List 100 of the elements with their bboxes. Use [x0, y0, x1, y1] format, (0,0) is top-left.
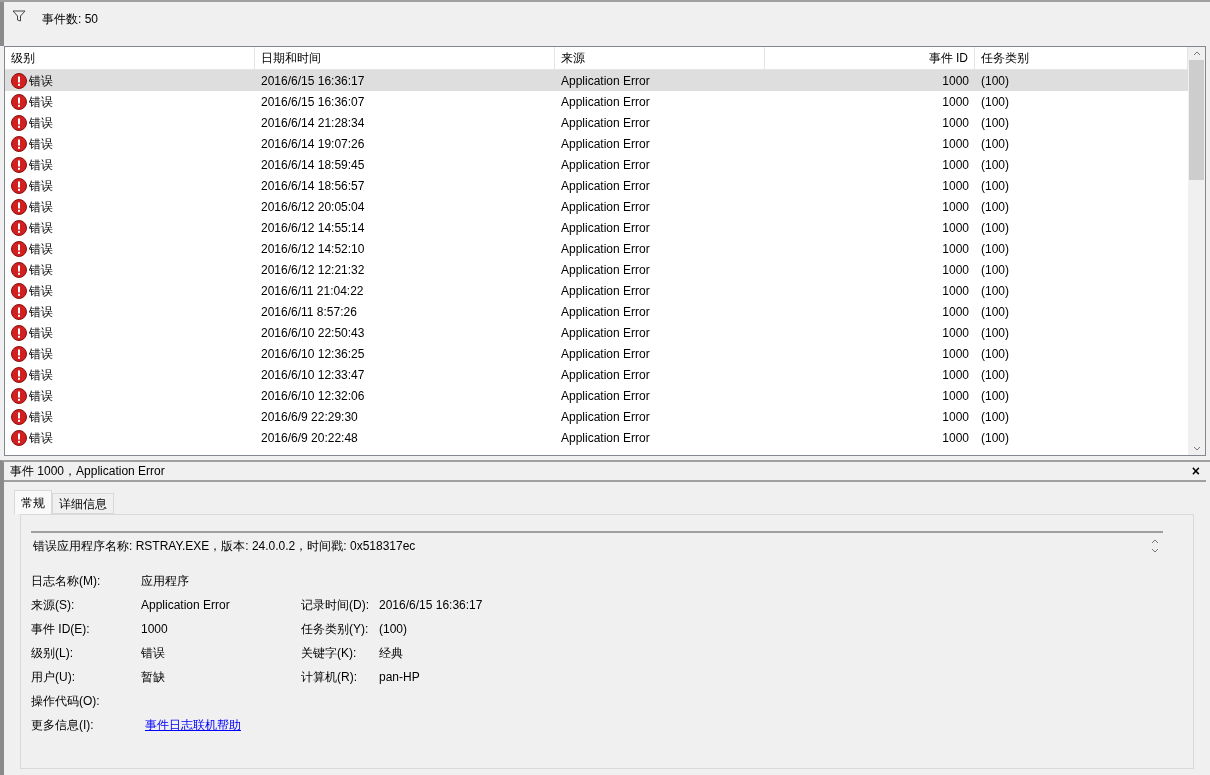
- tab[interactable]: 常规: [14, 490, 52, 514]
- table-cell-text: Application Error: [561, 345, 650, 363]
- table-cell-text: 1000: [942, 408, 969, 426]
- table-cell-text: Application Error: [561, 408, 650, 426]
- error-icon: [11, 177, 27, 194]
- table-cell-text: 1000: [942, 156, 969, 174]
- table-cell-text: 错误: [29, 261, 53, 279]
- table-cell-text: 1000: [942, 240, 969, 258]
- column-header[interactable]: 来源: [555, 47, 765, 69]
- table-cell-text: (100): [981, 72, 1009, 90]
- table-cell-text: 2016/6/10 22:50:43: [261, 324, 365, 342]
- table-cell-text: Application Error: [561, 324, 650, 342]
- table-cell-text: 1000: [942, 135, 969, 153]
- table-cell-text: 1000: [942, 366, 969, 384]
- table-cell-text: (100): [981, 135, 1009, 153]
- error-icon: [11, 93, 27, 110]
- column-header[interactable]: 事件 ID: [765, 47, 975, 69]
- table-cell-text: (100): [981, 219, 1009, 237]
- scroll-up-icon[interactable]: [1192, 51, 1201, 56]
- table-cell-text: 错误: [29, 135, 53, 153]
- table-cell-text: (100): [981, 345, 1009, 363]
- table-cell-text: 错误: [29, 114, 53, 132]
- scrollbar-thumb[interactable]: [1189, 60, 1204, 180]
- table-cell-text: Application Error: [561, 303, 650, 321]
- table-cell-text: Application Error: [561, 198, 650, 216]
- table-cell-text: 错误: [29, 345, 53, 363]
- field-label: 级别(L):: [31, 645, 74, 662]
- table-cell-text: 错误: [29, 219, 53, 237]
- column-header[interactable]: 级别: [5, 47, 255, 69]
- scroll-up-icon[interactable]: [1151, 539, 1159, 544]
- table-cell-text: Application Error: [561, 366, 650, 384]
- table-cell-text: 错误: [29, 282, 53, 300]
- table-cell-text: 2016/6/12 14:55:14: [261, 219, 365, 237]
- table-cell-text: 错误: [29, 366, 53, 384]
- field-value: 暂缺: [141, 669, 165, 686]
- tab[interactable]: 详细信息: [52, 493, 114, 514]
- help-link[interactable]: 事件日志联机帮助: [145, 716, 241, 734]
- error-icon: [11, 219, 27, 236]
- table-cell-text: 1000: [942, 219, 969, 237]
- table-cell-text: (100): [981, 240, 1009, 258]
- field-label: 更多信息(I):: [31, 717, 95, 734]
- event-title: 事件 1000，Application Error: [10, 463, 165, 480]
- table-cell-text: 错误: [29, 408, 53, 426]
- table-cell-text: 错误: [29, 387, 53, 405]
- table-cell-text: Application Error: [561, 72, 650, 90]
- table-cell-text: 2016/6/9 22:29:30: [261, 408, 358, 426]
- table-cell-text: 1000: [942, 72, 969, 90]
- error-icon: [11, 366, 27, 383]
- table-cell-text: 错误: [29, 177, 53, 195]
- error-icon: [11, 240, 27, 257]
- field-value: 1000: [141, 621, 168, 638]
- field-label: 事件 ID(E):: [31, 621, 91, 638]
- table-cell-text: (100): [981, 93, 1009, 111]
- table-cell-text: Application Error: [561, 135, 650, 153]
- error-icon: [11, 261, 27, 278]
- table-cell-text: Application Error: [561, 219, 650, 237]
- table-cell-text: 2016/6/12 20:05:04: [261, 198, 365, 216]
- field-label: 日志名称(M):: [31, 573, 102, 590]
- table-cell-text: 1000: [942, 324, 969, 342]
- table-cell-text: 1000: [942, 303, 969, 321]
- field-label: 来源(S):: [31, 597, 76, 614]
- table-cell-text: 1000: [942, 114, 969, 132]
- table-cell-text: 错误: [29, 324, 53, 342]
- error-icon: [11, 282, 27, 299]
- event-row[interactable]: 错误 2016/6/15 16:36:17 Application Error 1000 (100): [5, 70, 1188, 91]
- table-cell-text: (100): [981, 156, 1009, 174]
- error-icon: [11, 156, 27, 173]
- error-icon: [11, 387, 27, 404]
- table-cell-text: (100): [981, 303, 1009, 321]
- table-cell-text: Application Error: [561, 387, 650, 405]
- field-label: 任务类别(Y):: [301, 621, 370, 638]
- column-header[interactable]: 日期和时间: [255, 47, 555, 69]
- error-icon: [11, 429, 27, 446]
- field-value: 应用程序: [141, 573, 189, 590]
- table-cell-text: 1000: [942, 177, 969, 195]
- table-cell-text: 2016/6/14 19:07:26: [261, 135, 365, 153]
- field-value: (100): [379, 621, 407, 638]
- table-cell-text: 错误: [29, 240, 53, 258]
- table-cell-text: 1000: [942, 387, 969, 405]
- table-cell-text: 2016/6/14 18:59:45: [261, 156, 365, 174]
- table-cell-text: (100): [981, 429, 1009, 447]
- field-value: 经典: [379, 645, 403, 662]
- table-cell-text: Application Error: [561, 93, 650, 111]
- table-cell-text: (100): [981, 282, 1009, 300]
- scroll-down-icon[interactable]: [1151, 548, 1159, 553]
- field-label: 计算机(R):: [301, 669, 358, 686]
- scrollbar[interactable]: [1188, 47, 1205, 455]
- error-icon: [11, 72, 27, 89]
- table-cell-text: Application Error: [561, 156, 650, 174]
- table-cell-text: (100): [981, 261, 1009, 279]
- filter-icon[interactable]: [12, 10, 26, 22]
- table-cell-text: 1000: [942, 93, 969, 111]
- table-cell-text: 2016/6/10 12:36:25: [261, 345, 365, 363]
- table-cell-text: 2016/6/9 20:22:48: [261, 429, 358, 447]
- field-value: Application Error: [141, 597, 230, 614]
- close-button[interactable]: ×: [1191, 464, 1200, 478]
- table-cell-text: (100): [981, 177, 1009, 195]
- table-cell-text: 2016/6/12 14:52:10: [261, 240, 365, 258]
- scroll-down-icon[interactable]: [1192, 446, 1201, 451]
- error-icon: [11, 408, 27, 425]
